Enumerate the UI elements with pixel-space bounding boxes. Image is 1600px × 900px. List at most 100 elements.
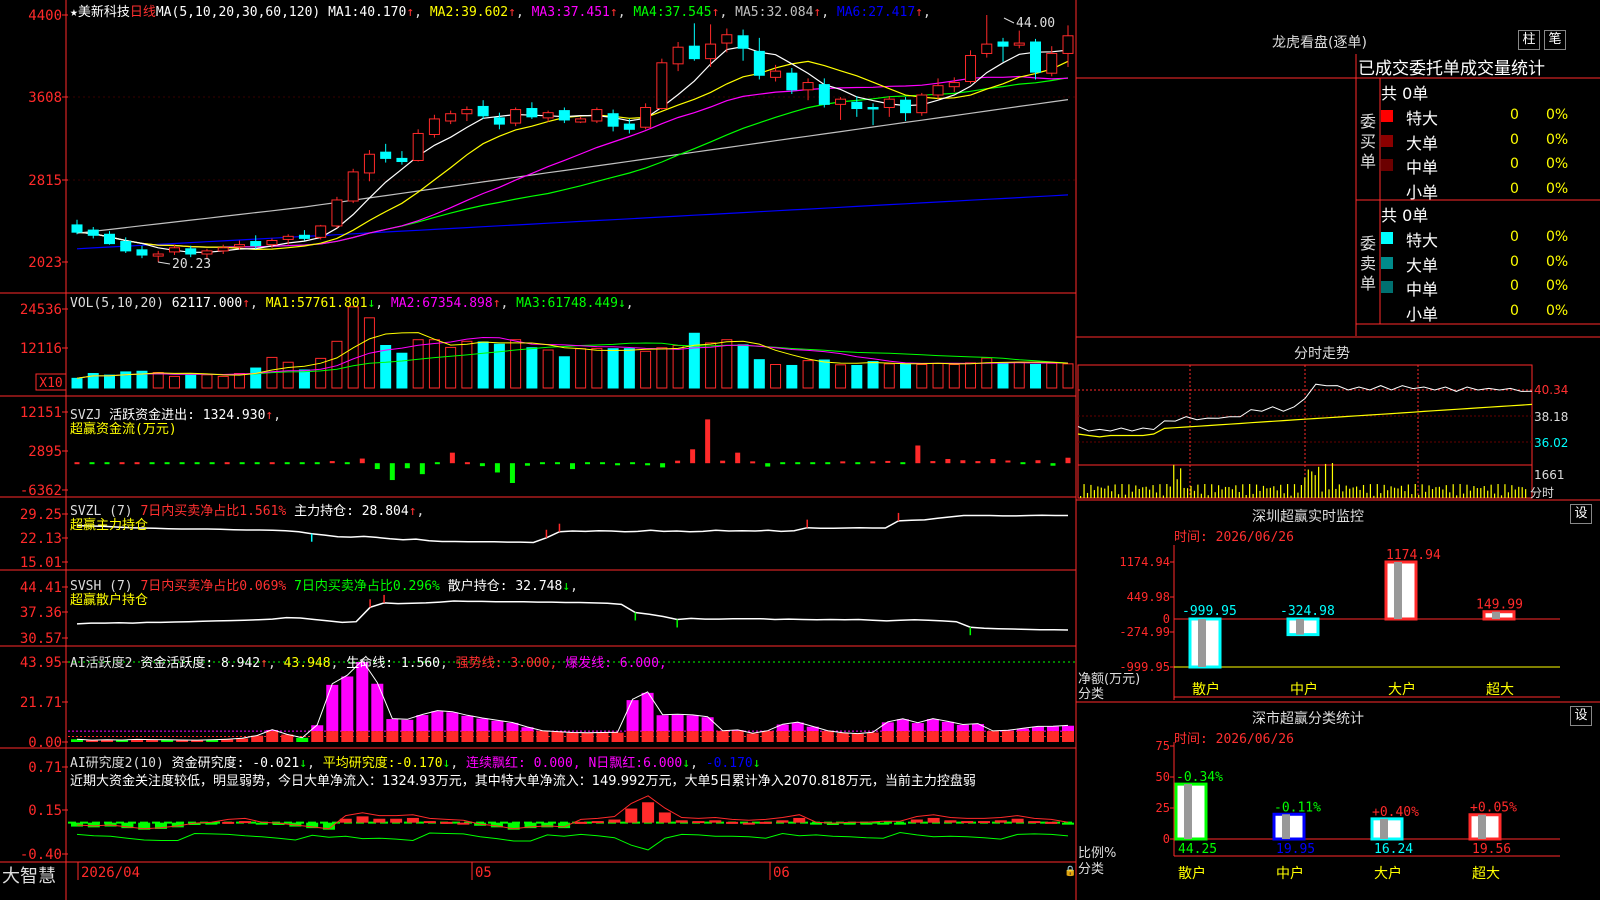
svzj-bar	[645, 463, 651, 466]
ai1-bar-high	[911, 723, 924, 732]
svsh-axis-label: 44.41	[20, 580, 62, 596]
volume-bar	[623, 348, 635, 389]
period-label[interactable]: 日线	[130, 5, 156, 20]
volume-bar	[672, 344, 684, 389]
sell-total: 共 0单	[1381, 206, 1429, 225]
candle-body	[152, 253, 164, 257]
candle-body	[233, 244, 245, 248]
svzj-value: 1324.930	[202, 408, 266, 423]
ai2-bar	[658, 812, 671, 823]
svzj-bar	[194, 462, 200, 465]
ai1-axis-label: 21.71	[20, 695, 62, 711]
svzj-bar	[1065, 457, 1071, 464]
ai1-bar-low	[476, 731, 489, 742]
svzj-bar	[630, 462, 636, 465]
svzj-bar	[479, 463, 485, 467]
sell-row-name: 小单	[1406, 304, 1439, 324]
ai2-bar	[860, 822, 873, 825]
buy-color-swatch-0	[1381, 110, 1393, 122]
volume-bar	[510, 339, 522, 389]
volume-bar	[558, 356, 570, 389]
classify-title: 深市超赢分类统计	[1252, 711, 1364, 727]
ai1-bar-high	[341, 676, 354, 732]
stock-name[interactable]: 美新科技	[78, 5, 130, 20]
ai1-bar-low	[1031, 731, 1044, 742]
candle-body	[932, 85, 944, 96]
candle-body	[396, 157, 408, 163]
sell-row-pct: 0%	[1546, 253, 1569, 270]
svzj-bar	[765, 463, 771, 467]
ai1-bar-high	[656, 715, 669, 732]
vol-value: 62117.000	[171, 296, 243, 311]
column-mode-button[interactable]: 柱	[1518, 30, 1540, 50]
svzl-axis-label: 22.13	[20, 531, 62, 547]
buy-total: 共 0单	[1381, 84, 1429, 103]
svzj-bar	[149, 462, 155, 465]
order-stat-tabs[interactable]: 已成交委托单成交量统计	[1358, 54, 1545, 79]
ai1-bar-low	[266, 731, 279, 742]
ai1-bar-low	[521, 731, 534, 742]
ma2-value: 39.602	[461, 5, 509, 20]
intraday-time-label: 分时	[1530, 486, 1555, 500]
ai1-bar-low	[671, 731, 684, 742]
svzj-bar	[945, 458, 951, 464]
candle-body	[737, 35, 749, 49]
ma1-label: MA1:	[328, 5, 360, 20]
svzj-bar	[855, 462, 861, 465]
monitor-settings-button[interactable]: 设	[1570, 504, 1592, 524]
svzl-axis-label: 15.01	[20, 555, 62, 571]
svzj-bar	[344, 462, 350, 465]
vol-ma2-arrow: ↑	[492, 296, 501, 311]
volume-bar	[1046, 362, 1058, 389]
svsh-line	[76, 600, 1069, 631]
classify-settings-button[interactable]: 设	[1570, 706, 1592, 726]
ai2-title: AI研究度2(10)	[70, 756, 164, 771]
ai1-bar-high	[671, 714, 684, 732]
ai1-bar-low	[311, 731, 324, 742]
ai1-bar-high	[491, 720, 504, 732]
ai2-value5: -0.170	[705, 756, 753, 771]
ai2-bar	[608, 819, 621, 823]
candle-body	[851, 101, 863, 110]
candle-body	[705, 43, 717, 60]
candle-body	[770, 70, 782, 78]
svzj-axis-label: 2895	[28, 444, 62, 460]
ai1-bar-high	[371, 683, 384, 732]
ai1-bar-high	[1046, 726, 1059, 732]
ai1-bar-high	[326, 684, 339, 732]
volume-bar	[705, 342, 717, 389]
volume-bar	[152, 372, 164, 389]
tick-mode-button[interactable]: 笔	[1544, 30, 1566, 50]
svzj-bar	[570, 463, 575, 470]
ai2-bar	[591, 821, 604, 824]
price-axis-label: 4400	[28, 8, 62, 24]
candle-body	[103, 233, 115, 245]
ai1-bar-low	[1046, 731, 1059, 742]
volume-bar	[103, 374, 115, 389]
ai2-bar	[255, 822, 268, 825]
svzj-bar	[269, 462, 275, 465]
vol-ma3-label: MA3:	[508, 296, 548, 311]
svzj-bar	[179, 462, 185, 465]
svzj-bar	[705, 419, 711, 464]
sell-row-name: 大单	[1406, 255, 1439, 275]
date-label: 05	[475, 865, 492, 881]
svzj-bar	[795, 462, 801, 465]
candle-body	[1013, 42, 1025, 46]
ai2-value3: 0.000,	[533, 756, 581, 771]
buy-row-name: 大单	[1406, 133, 1439, 153]
ai2-bar	[87, 822, 100, 828]
svzj-bar	[960, 460, 966, 464]
volume-bar	[656, 347, 668, 389]
ai1-bar-low	[596, 732, 609, 742]
ma1-value: 40.170	[359, 5, 407, 20]
vol-ma2-label: MA2:	[383, 296, 423, 311]
vol-ma3-arrow: ↓	[617, 296, 626, 311]
intraday-axis-1: 38.18	[1534, 410, 1569, 424]
ai1-bar-low	[401, 731, 414, 742]
volume-bar	[1030, 363, 1042, 389]
ma4-label: MA4:	[625, 5, 665, 20]
ai2-bar	[1028, 821, 1041, 824]
ai1-bar-high	[956, 724, 969, 732]
candle-body	[526, 108, 538, 118]
